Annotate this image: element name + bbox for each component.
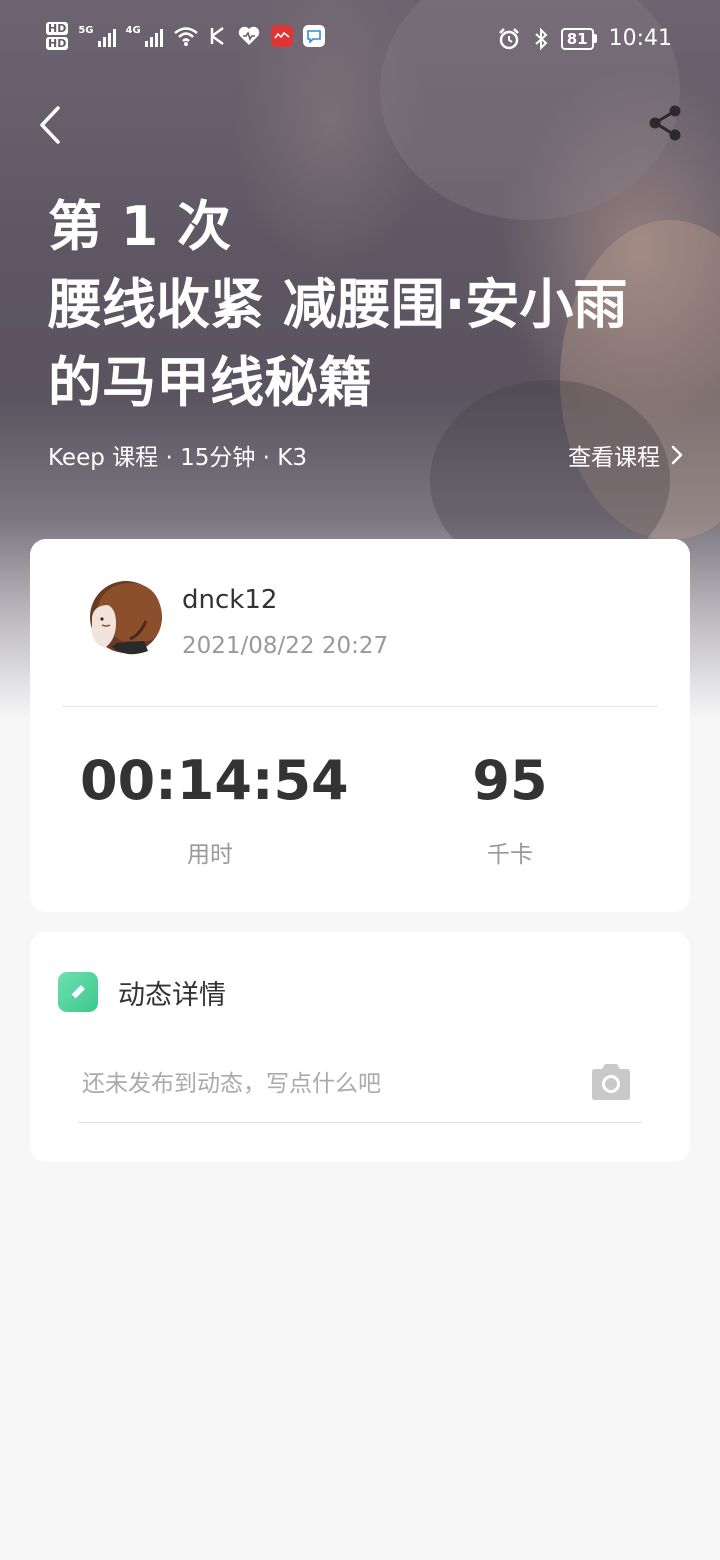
status-left: HD HD 5G 4G [46,22,325,50]
red-app-icon [270,25,293,47]
health-heart-icon [238,26,259,45]
workout-record-card: dnck12 2021/08/22 20:27 00:14:54 用时 95 千… [30,539,690,912]
hd2-label: HD [46,37,69,50]
duration-value: 00:14:54 [80,749,349,812]
share-button[interactable] [642,100,688,146]
avatar[interactable] [82,577,168,667]
calories-label: 千卡 [487,842,533,868]
divider [62,706,658,707]
hd1-label: HD [46,22,69,35]
attempt-label: 第 1 次 [48,195,232,258]
net1-label: 5G [78,25,94,36]
status-right: 81 10:41 [497,26,672,51]
net2-label: 4G [125,25,141,36]
camera-button[interactable] [590,1062,632,1102]
share-icon [649,105,681,141]
battery-level: 81 [560,27,594,50]
pencil-icon [58,972,98,1012]
duration-stat: 00:14:54 用时 [80,749,349,869]
post-text-input[interactable]: 还未发布到动态，写点什么吧 [78,1050,642,1123]
course-meta-row: Keep 课程 · 15分钟 · K3 查看课程 [48,438,684,472]
username[interactable]: dnck12 [182,585,277,615]
signal-4g-icon: 4G [126,25,163,47]
bluetooth-icon [535,27,548,50]
course-title-line-1: 腰线收紧 减腰围·安小雨 [48,273,628,336]
calories-value: 95 [472,749,548,812]
post-detail-title: 动态详情 [118,979,226,1011]
keep-app-icon [210,26,224,46]
signal-5g-icon: 5G [78,25,116,47]
workout-datetime: 2021/08/22 20:27 [182,633,389,659]
post-placeholder: 还未发布到动态，写点什么吧 [82,1071,381,1097]
course-title-line-2: 的马甲线秘籍 [48,351,372,414]
chevron-right-icon [671,445,683,465]
hd-indicator: HD HD [46,22,69,50]
status-bar: HD HD 5G 4G 81 10:41 [0,0,720,80]
battery-icon: 81 [560,27,597,50]
clock-time: 10:41 [608,26,672,51]
view-course-link[interactable]: 查看课程 [568,438,684,472]
calories-stat: 95 千卡 [380,751,640,869]
post-header: 动态详情 [58,972,226,1012]
course-title: 第 1 次 腰线收紧 减腰围·安小雨 的马甲线秘籍 [48,188,668,422]
back-button[interactable] [30,100,70,150]
wifi-icon [173,27,198,46]
course-meta: Keep 课程 · 15分钟 · K3 [48,445,307,471]
screen: HD HD 5G 4G 81 10:41 第 1 次 腰线收紧 减腰围·安小雨 … [0,0,720,1560]
post-detail-card: 动态详情 还未发布到动态，写点什么吧 [30,932,690,1162]
camera-icon [592,1064,630,1100]
message-app-icon [302,25,325,47]
view-course-label: 查看课程 [568,445,660,471]
duration-label: 用时 [187,842,233,868]
alarm-icon [498,27,519,49]
chevron-left-icon [40,106,60,144]
